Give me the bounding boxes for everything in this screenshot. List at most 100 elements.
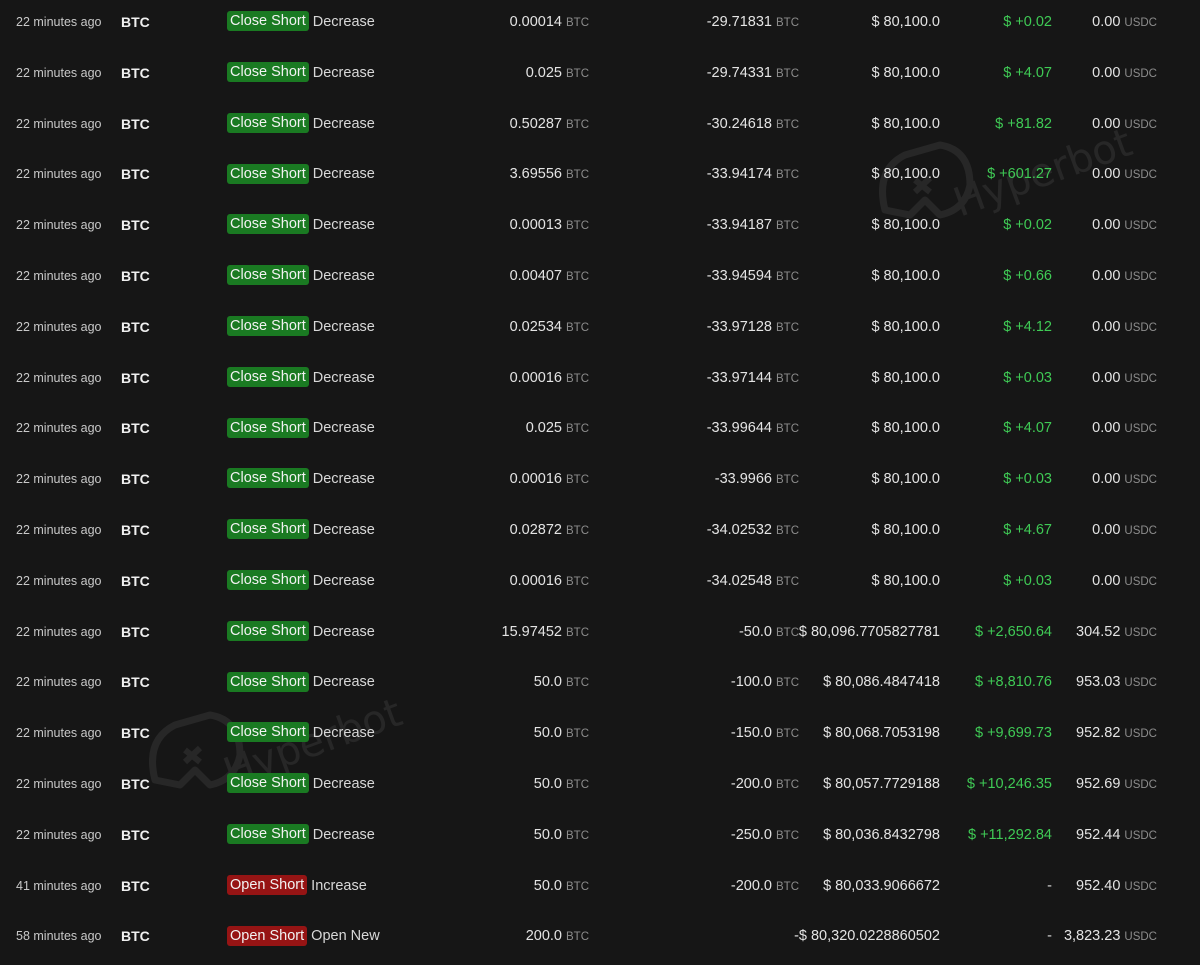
- trade-time: 22 minutes ago: [16, 319, 102, 334]
- coin-symbol[interactable]: BTC: [121, 711, 150, 755]
- trade-type-badge: Close Short: [227, 265, 309, 286]
- trade-time: 22 minutes ago: [16, 472, 102, 487]
- trade-price: $ 80,100.0: [871, 471, 940, 488]
- coin-symbol[interactable]: BTC: [121, 305, 150, 349]
- trade-type-badge: Close Short: [227, 773, 309, 794]
- size-unit: BTC: [566, 829, 589, 842]
- table-row[interactable]: 22 minutes ago BTC Close Short Decrease 50.0…: [0, 762, 1200, 813]
- size-value: 0.00016: [509, 572, 562, 589]
- coin-symbol[interactable]: BTC: [121, 559, 150, 603]
- fee-value: 0.00: [1092, 14, 1121, 30]
- coin-symbol[interactable]: BTC: [121, 203, 150, 247]
- position-after: -33.97128 BTC: [707, 305, 799, 349]
- size-value: 200.0: [525, 928, 562, 945]
- trade-time: 22 minutes ago: [16, 776, 102, 791]
- trade-fee: 0.00 USDC: [1092, 305, 1157, 349]
- position-value: -29.71831: [706, 14, 772, 30]
- coin-symbol[interactable]: BTC: [121, 356, 150, 400]
- position-unit: BTC: [776, 67, 799, 80]
- trade-direction: Close Short Decrease: [227, 660, 375, 704]
- fee-unit: USDC: [1124, 677, 1157, 690]
- trade-price: $ 80,100.0: [871, 572, 940, 589]
- position-value: -34.02548: [706, 572, 772, 589]
- trade-fee: 0.00 USDC: [1092, 152, 1157, 196]
- table-row[interactable]: 22 minutes ago BTC Close Short Decrease 15.9…: [0, 610, 1200, 661]
- trade-time: 22 minutes ago: [16, 116, 102, 131]
- size-unit: BTC: [566, 677, 589, 690]
- position-value: -150.0: [730, 725, 772, 742]
- closed-pnl: $ +11,292.84: [968, 826, 1052, 843]
- trade-size: 50.0 BTC: [534, 660, 589, 704]
- fee-value: 952.44: [1076, 826, 1121, 843]
- coin-symbol[interactable]: BTC: [121, 0, 150, 44]
- table-row[interactable]: 22 minutes ago BTC Close Short Decrease 50.0…: [0, 711, 1200, 762]
- table-row[interactable]: 22 minutes ago BTC Close Short Decrease 0.50…: [0, 102, 1200, 153]
- position-value: -34.02532: [706, 521, 772, 538]
- trade-direction: Open Short Increase: [227, 864, 367, 908]
- coin-symbol[interactable]: BTC: [121, 610, 150, 654]
- trade-type-badge: Close Short: [227, 61, 309, 82]
- position-value: -33.9966: [714, 471, 772, 488]
- trade-size: 0.025 BTC: [526, 51, 589, 95]
- coin-symbol[interactable]: BTC: [121, 152, 150, 196]
- coin-symbol[interactable]: BTC: [121, 51, 150, 95]
- position-value: -33.94187: [706, 217, 772, 234]
- table-row[interactable]: 22 minutes ago BTC Close Short Decrease 50.0…: [0, 813, 1200, 864]
- size-unit: BTC: [566, 626, 589, 639]
- position-value: -200.0: [730, 877, 772, 894]
- trade-time: 22 minutes ago: [16, 573, 102, 588]
- coin-symbol[interactable]: BTC: [121, 864, 150, 908]
- table-row[interactable]: 22 minutes ago BTC Close Short Decrease 0.02…: [0, 51, 1200, 102]
- position-value: -50.0: [738, 623, 772, 640]
- trade-fee: 0.00 USDC: [1092, 51, 1157, 95]
- fee-value: 0.00: [1092, 420, 1121, 437]
- coin-symbol[interactable]: BTC: [121, 813, 150, 857]
- table-row[interactable]: 41 minutes ago BTC Open Short Increase 50.0 B…: [0, 864, 1200, 915]
- position-after: -29.74331 BTC: [707, 51, 799, 95]
- fee-unit: USDC: [1124, 372, 1157, 385]
- table-row[interactable]: 58 minutes ago BTC Open Short Open New 200.0…: [0, 914, 1200, 965]
- table-row[interactable]: 22 minutes ago BTC Close Short Decrease 0.00…: [0, 457, 1200, 508]
- coin-symbol[interactable]: BTC: [121, 660, 150, 704]
- table-row[interactable]: 22 minutes ago BTC Close Short Decrease 0.02…: [0, 508, 1200, 559]
- size-unit: BTC: [566, 778, 589, 791]
- trade-price: $ 80,096.7705827781: [798, 623, 940, 640]
- trade-type-badge: Close Short: [227, 315, 309, 336]
- position-after: -33.97144 BTC: [707, 356, 799, 400]
- table-row[interactable]: 22 minutes ago BTC Close Short Decrease 0.02…: [0, 406, 1200, 457]
- trade-action: Decrease: [312, 420, 375, 437]
- coin-symbol[interactable]: BTC: [121, 406, 150, 450]
- trade-price: $ 80,100.0: [871, 420, 940, 437]
- fee-value: 0.00: [1092, 318, 1121, 335]
- trade-type-badge: Open Short: [227, 874, 308, 895]
- table-row[interactable]: 22 minutes ago BTC Close Short Decrease 0.00…: [0, 356, 1200, 407]
- position-unit: BTC: [776, 372, 799, 385]
- size-value: 3.69556: [509, 166, 562, 183]
- trade-direction: Close Short Decrease: [227, 406, 375, 450]
- trade-size: 0.00016 BTC: [510, 457, 589, 501]
- trade-action: Decrease: [312, 826, 375, 843]
- fee-value: 0.00: [1092, 166, 1121, 183]
- table-row[interactable]: 22 minutes ago BTC Close Short Decrease 0.00…: [0, 203, 1200, 254]
- table-row[interactable]: 22 minutes ago BTC Close Short Decrease 0.00…: [0, 254, 1200, 305]
- table-row[interactable]: 22 minutes ago BTC Close Short Decrease 3.69…: [0, 152, 1200, 203]
- coin-symbol[interactable]: BTC: [121, 914, 150, 958]
- trade-size: 0.00016 BTC: [510, 356, 589, 400]
- trade-fee: 3,823.23 USDC: [1064, 914, 1157, 958]
- fee-unit: USDC: [1124, 423, 1157, 436]
- trade-direction: Close Short Decrease: [227, 203, 375, 247]
- coin-symbol[interactable]: BTC: [121, 457, 150, 501]
- table-row[interactable]: 22 minutes ago BTC Close Short Decrease 0.00…: [0, 0, 1200, 51]
- coin-symbol[interactable]: BTC: [121, 762, 150, 806]
- coin-symbol[interactable]: BTC: [121, 508, 150, 552]
- size-unit: BTC: [566, 524, 589, 537]
- table-row[interactable]: 22 minutes ago BTC Close Short Decrease 0.02…: [0, 305, 1200, 356]
- table-row[interactable]: 22 minutes ago BTC Close Short Decrease 50.0…: [0, 660, 1200, 711]
- coin-symbol[interactable]: BTC: [121, 254, 150, 298]
- trade-direction: Close Short Decrease: [227, 305, 375, 349]
- table-row[interactable]: 22 minutes ago BTC Close Short Decrease 0.00…: [0, 559, 1200, 610]
- position-unit: BTC: [776, 474, 799, 487]
- coin-symbol[interactable]: BTC: [121, 102, 150, 146]
- position-after: -34.02548 BTC: [707, 559, 799, 603]
- trade-price: $ 80,057.7729188: [823, 775, 940, 792]
